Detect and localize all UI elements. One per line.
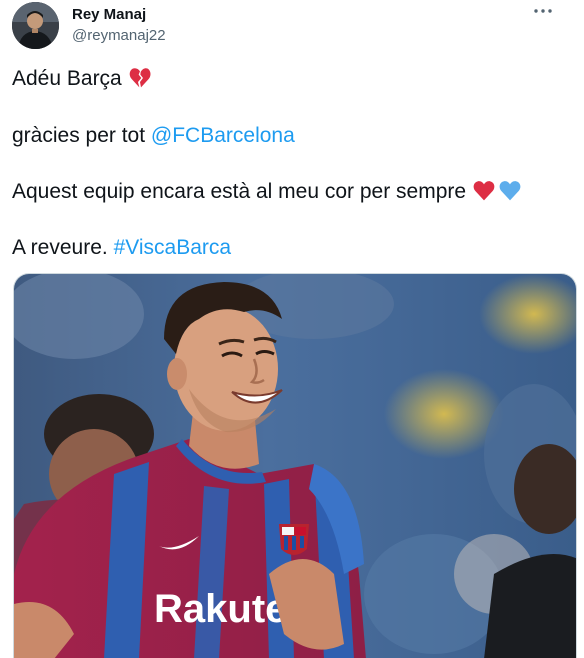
tweet-text-segment: Aquest equip encara està al meu cor per … [12, 180, 472, 203]
tweet-line-2: gràcies per tot @FCBarcelona [12, 123, 295, 149]
ellipsis-icon [534, 9, 552, 13]
tweet-text-segment: gràcies per tot [12, 124, 151, 147]
user-handle[interactable]: @reymanaj22 [72, 27, 166, 45]
more-options-button[interactable] [532, 4, 554, 18]
author-names: Rey Manaj @reymanaj22 [72, 6, 166, 45]
blue-heart-emoji [499, 181, 521, 201]
tweet-line-1: Adéu Barça [12, 66, 152, 92]
tweet-line-4: A reveure. #ViscaBarca [12, 235, 231, 261]
tweet-text-segment: Adéu Barça [12, 67, 128, 90]
tweet-text-segment: A reveure. [12, 236, 114, 259]
avatar[interactable] [12, 2, 59, 49]
broken-heart-emoji [129, 68, 151, 88]
red-heart-emoji [473, 181, 495, 201]
tweet: Rey Manaj @reymanaj22 Adéu Barça gràcies… [0, 0, 584, 658]
mention-link[interactable]: @FCBarcelona [151, 124, 295, 147]
hashtag-link[interactable]: #ViscaBarca [114, 236, 232, 259]
tweet-header: Rey Manaj @reymanaj22 [12, 0, 574, 56]
tweet-photo[interactable]: Rakuten [13, 273, 577, 658]
display-name[interactable]: Rey Manaj [72, 6, 166, 24]
tweet-line-3: Aquest equip encara està al meu cor per … [12, 179, 522, 205]
